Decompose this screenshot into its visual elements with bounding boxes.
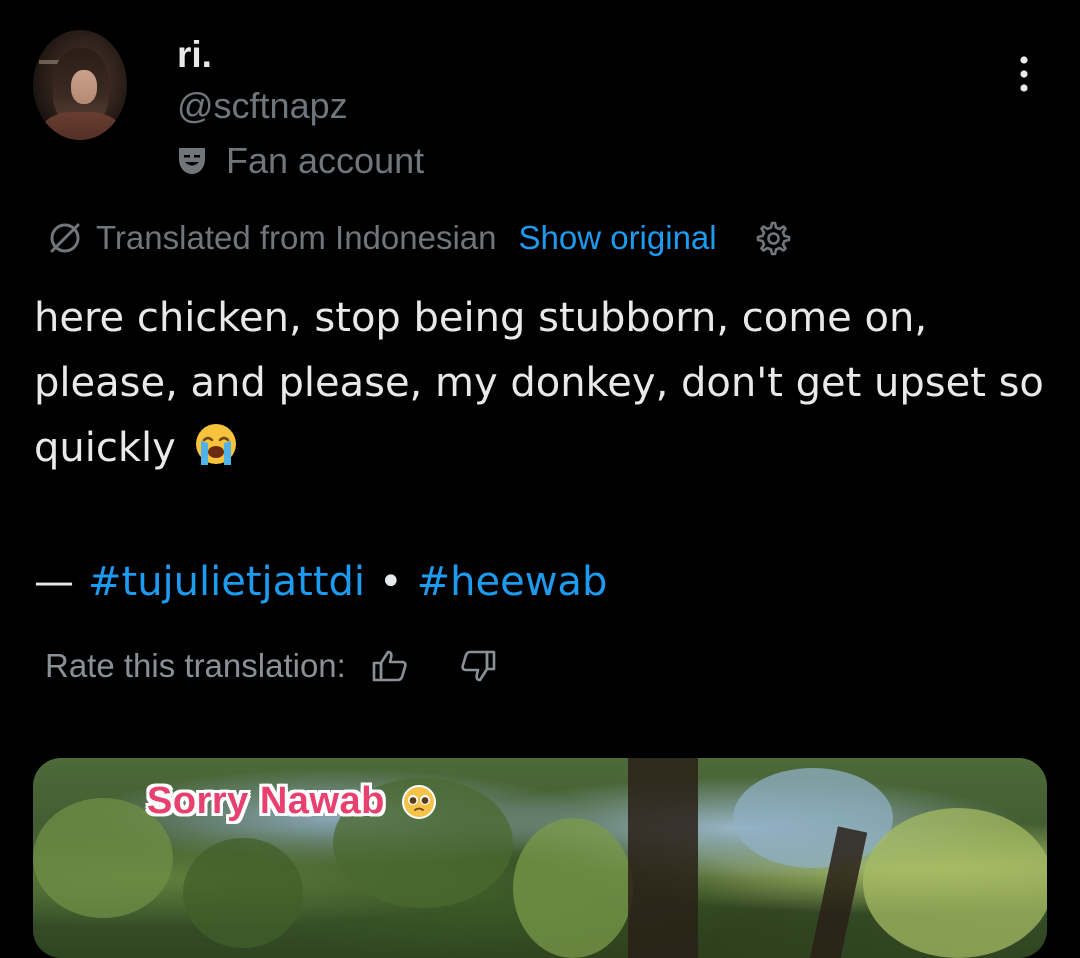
thumbs-down-icon[interactable] (458, 646, 498, 686)
tweet-text: here chicken, stop being stubborn, come … (34, 286, 1054, 481)
account-label: Fan account (176, 141, 424, 181)
display-name[interactable]: ri. (177, 36, 212, 73)
translation-bar: Translated from Indonesian Show original (46, 218, 791, 258)
globe-icon (50, 223, 80, 253)
show-original-link[interactable]: Show original (519, 219, 717, 257)
pleading-face-emoji (401, 784, 436, 819)
account-label-text: Fan account (226, 140, 425, 181)
video-caption: Sorry Nawab (147, 780, 437, 823)
gear-icon[interactable] (753, 219, 791, 257)
tweet-text-content: here chicken, stop being stubborn, come … (34, 295, 1044, 471)
avatar[interactable] (33, 30, 127, 140)
user-handle[interactable]: @scftnapz (177, 88, 348, 124)
rate-translation: Rate this translation: (45, 644, 498, 688)
rate-translation-label: Rate this translation: (45, 647, 346, 684)
translated-from-label: Translated from Indonesian (96, 219, 497, 256)
more-vertical-icon[interactable] (1010, 54, 1038, 94)
hashtag-link[interactable]: #heewab (417, 559, 608, 605)
em-dash: — (34, 559, 74, 605)
hashtag-separator: • (379, 559, 403, 605)
video-caption-text: Sorry Nawab (147, 780, 385, 822)
loudly-crying-face-emoji (195, 424, 236, 465)
hashtag-line: — #tujulietjattdi • #heewab (34, 553, 607, 611)
theater-mask-icon (179, 148, 205, 174)
media-video[interactable]: Sorry Nawab (33, 758, 1047, 958)
hashtag-link[interactable]: #tujulietjattdi (88, 559, 365, 605)
thumbs-up-icon[interactable] (370, 646, 410, 686)
